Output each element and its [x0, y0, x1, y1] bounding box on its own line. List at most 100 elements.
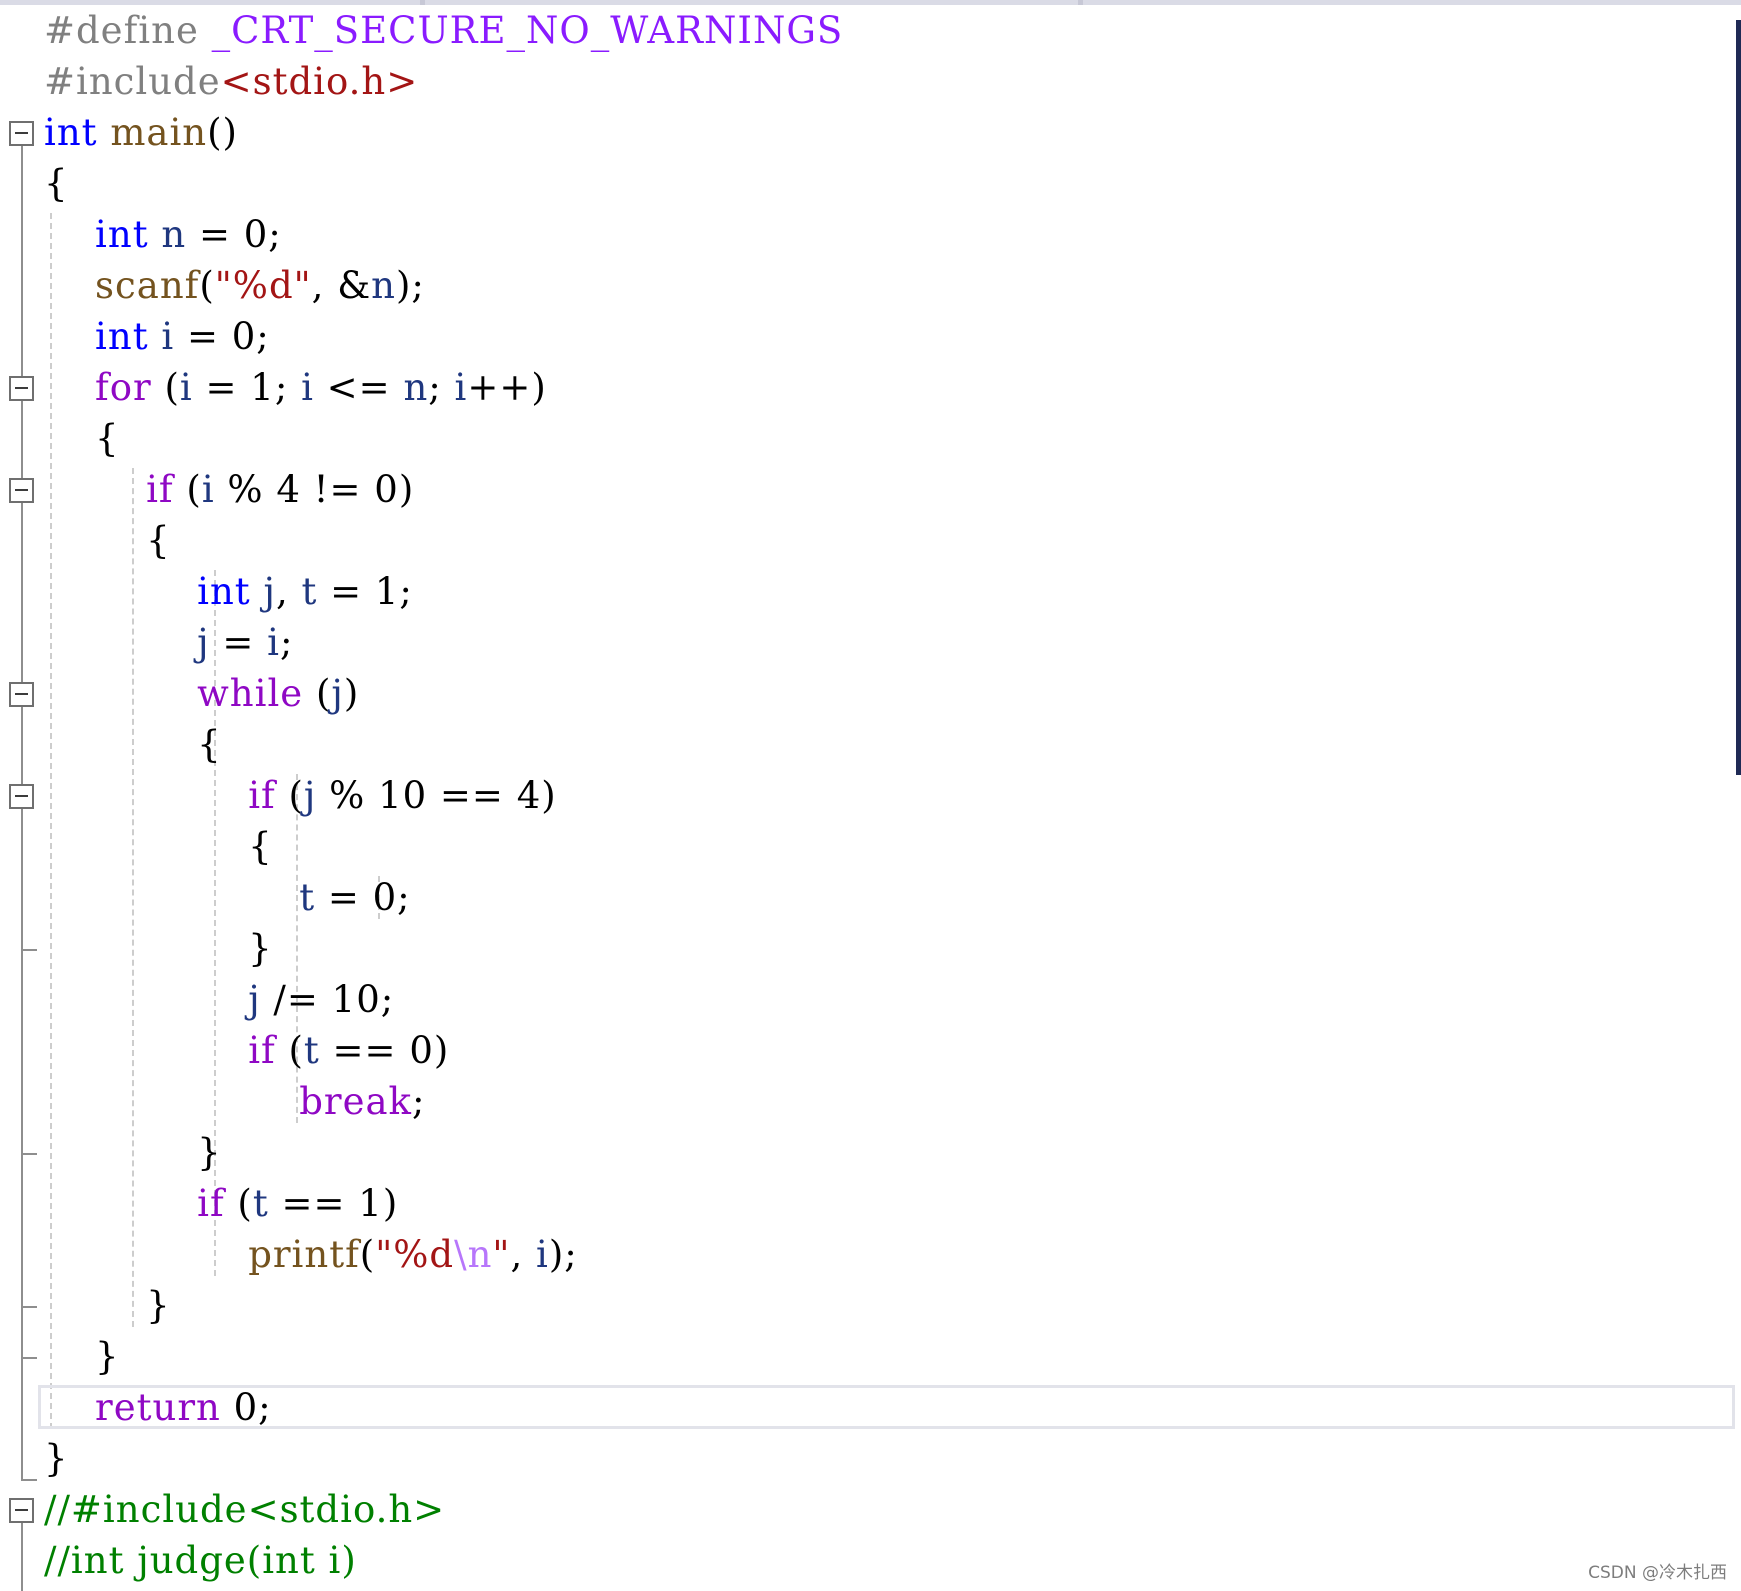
code-token-keyword-type: int: [197, 570, 251, 613]
code-line[interactable]: {: [44, 821, 273, 872]
code-token-identifier-local: n: [403, 366, 429, 409]
code-token-plain: (: [151, 366, 180, 409]
code-line[interactable]: }: [44, 1433, 69, 1484]
code-token-plain: {: [44, 417, 120, 460]
code-token-plain: == 0): [319, 1029, 450, 1072]
code-line[interactable]: int main(): [44, 107, 238, 158]
code-line[interactable]: int i = 0;: [44, 311, 270, 362]
current-line-highlight: [38, 1385, 1735, 1429]
code-line[interactable]: scanf("%d", &n);: [44, 260, 425, 311]
fold-bracket-end: [21, 1478, 37, 1481]
code-line[interactable]: if (j % 10 == 4): [44, 770, 557, 821]
code-line[interactable]: while (j): [44, 668, 359, 719]
code-token-string: "%d: [375, 1233, 455, 1276]
code-line[interactable]: if (t == 1): [44, 1178, 398, 1229]
collapse-icon[interactable]: [9, 681, 34, 707]
code-token-preprocessor: #define: [44, 9, 212, 52]
code-line[interactable]: j /= 10;: [44, 974, 394, 1025]
code-token-plain: ): [343, 672, 360, 715]
code-line[interactable]: {: [44, 719, 222, 770]
fold-bracket-end: [21, 1152, 37, 1155]
collapse-icon[interactable]: [9, 1497, 34, 1523]
code-editor[interactable]: #define _CRT_SECURE_NO_WARNINGS #include<…: [0, 5, 1741, 1591]
code-token-identifier-local: i: [535, 1233, 549, 1276]
code-line[interactable]: {: [44, 158, 69, 209]
code-token-plain: ;: [428, 366, 455, 409]
fold-bracket-line: [21, 1522, 23, 1591]
code-line[interactable]: //int judge(int i): [44, 1535, 357, 1586]
code-line[interactable]: }: [44, 923, 273, 974]
code-line[interactable]: //#include<stdio.h>: [44, 1484, 445, 1535]
code-line[interactable]: {: [44, 515, 171, 566]
code-line[interactable]: for (i = 1; i <= n; i++): [44, 362, 547, 413]
code-token-plain: = 0;: [186, 213, 282, 256]
code-token-plain: = 1;: [192, 366, 302, 409]
code-token-keyword-control: if: [248, 1029, 276, 1072]
code-token-plain: (: [359, 1233, 376, 1276]
code-token-identifier-local: n: [371, 264, 396, 307]
code-token-comment: //int judge(int i): [44, 1539, 357, 1582]
code-token-keyword-control: if: [146, 468, 174, 511]
code-line[interactable]: if (i % 4 != 0): [44, 464, 414, 515]
code-token-plain: ++): [467, 366, 547, 409]
code-token-plain: (: [199, 264, 215, 307]
code-token-identifier-local: n: [161, 213, 187, 256]
code-token-identifier-local: j: [263, 570, 276, 613]
code-line[interactable]: return 0;: [44, 1382, 272, 1433]
code-line[interactable]: if (t == 0): [44, 1025, 449, 1076]
collapse-icon[interactable]: [9, 120, 34, 146]
code-line[interactable]: }: [44, 1127, 222, 1178]
code-line[interactable]: }: [44, 1280, 171, 1331]
code-token-keyword-control: for: [95, 366, 152, 409]
code-line[interactable]: int j, t = 1;: [44, 566, 413, 617]
code-token-plain: (: [173, 468, 202, 511]
collapse-icon[interactable]: [9, 477, 34, 503]
code-token-macro: _CRT_SECURE_NO_WARNINGS: [211, 9, 844, 52]
code-token-plain: (: [275, 1029, 304, 1072]
code-line[interactable]: int n = 0;: [44, 209, 282, 260]
code-token-plain: ,: [275, 570, 302, 613]
code-token-identifier-local: i: [161, 315, 175, 358]
code-token-identifier-local: i: [454, 366, 468, 409]
vertical-scrollbar-marker[interactable]: [1736, 20, 1741, 775]
code-line[interactable]: j = i;: [44, 617, 293, 668]
code-line[interactable]: t = 0;: [44, 872, 411, 923]
code-token-keyword-type: int: [95, 315, 149, 358]
code-line[interactable]: }: [44, 1331, 120, 1382]
code-token-plain: ,: [510, 1233, 536, 1276]
minus-icon: [15, 489, 28, 491]
code-line[interactable]: break;: [44, 1076, 425, 1127]
code-line[interactable]: printf("%d\n", i);: [44, 1229, 578, 1280]
code-token-plain: );: [548, 1233, 578, 1276]
code-line[interactable]: #define _CRT_SECURE_NO_WARNINGS: [44, 5, 843, 56]
code-token-string: ": [492, 1233, 511, 1276]
collapse-icon[interactable]: [9, 375, 34, 401]
code-line[interactable]: {: [44, 413, 120, 464]
code-line[interactable]: #include<stdio.h>: [44, 56, 418, 107]
code-token-identifier-local: i: [301, 366, 314, 409]
code-token-identifier-local: i: [201, 468, 215, 511]
code-token-keyword-type: int: [95, 213, 149, 256]
code-token-keyword-control: break: [299, 1080, 412, 1123]
code-token-plain: (: [303, 672, 332, 715]
code-token-plain: {: [44, 825, 273, 868]
watermark: CSDN @冷木扎西: [1588, 1563, 1727, 1583]
code-token-plain: );: [395, 264, 425, 307]
code-token-identifier-local: j: [303, 774, 317, 817]
code-token-comment: //#include<stdio.h>: [44, 1488, 446, 1531]
code-token-plain: =: [209, 621, 268, 664]
code-token-identifier-local: t: [252, 1182, 269, 1225]
collapse-icon[interactable]: [9, 783, 34, 809]
